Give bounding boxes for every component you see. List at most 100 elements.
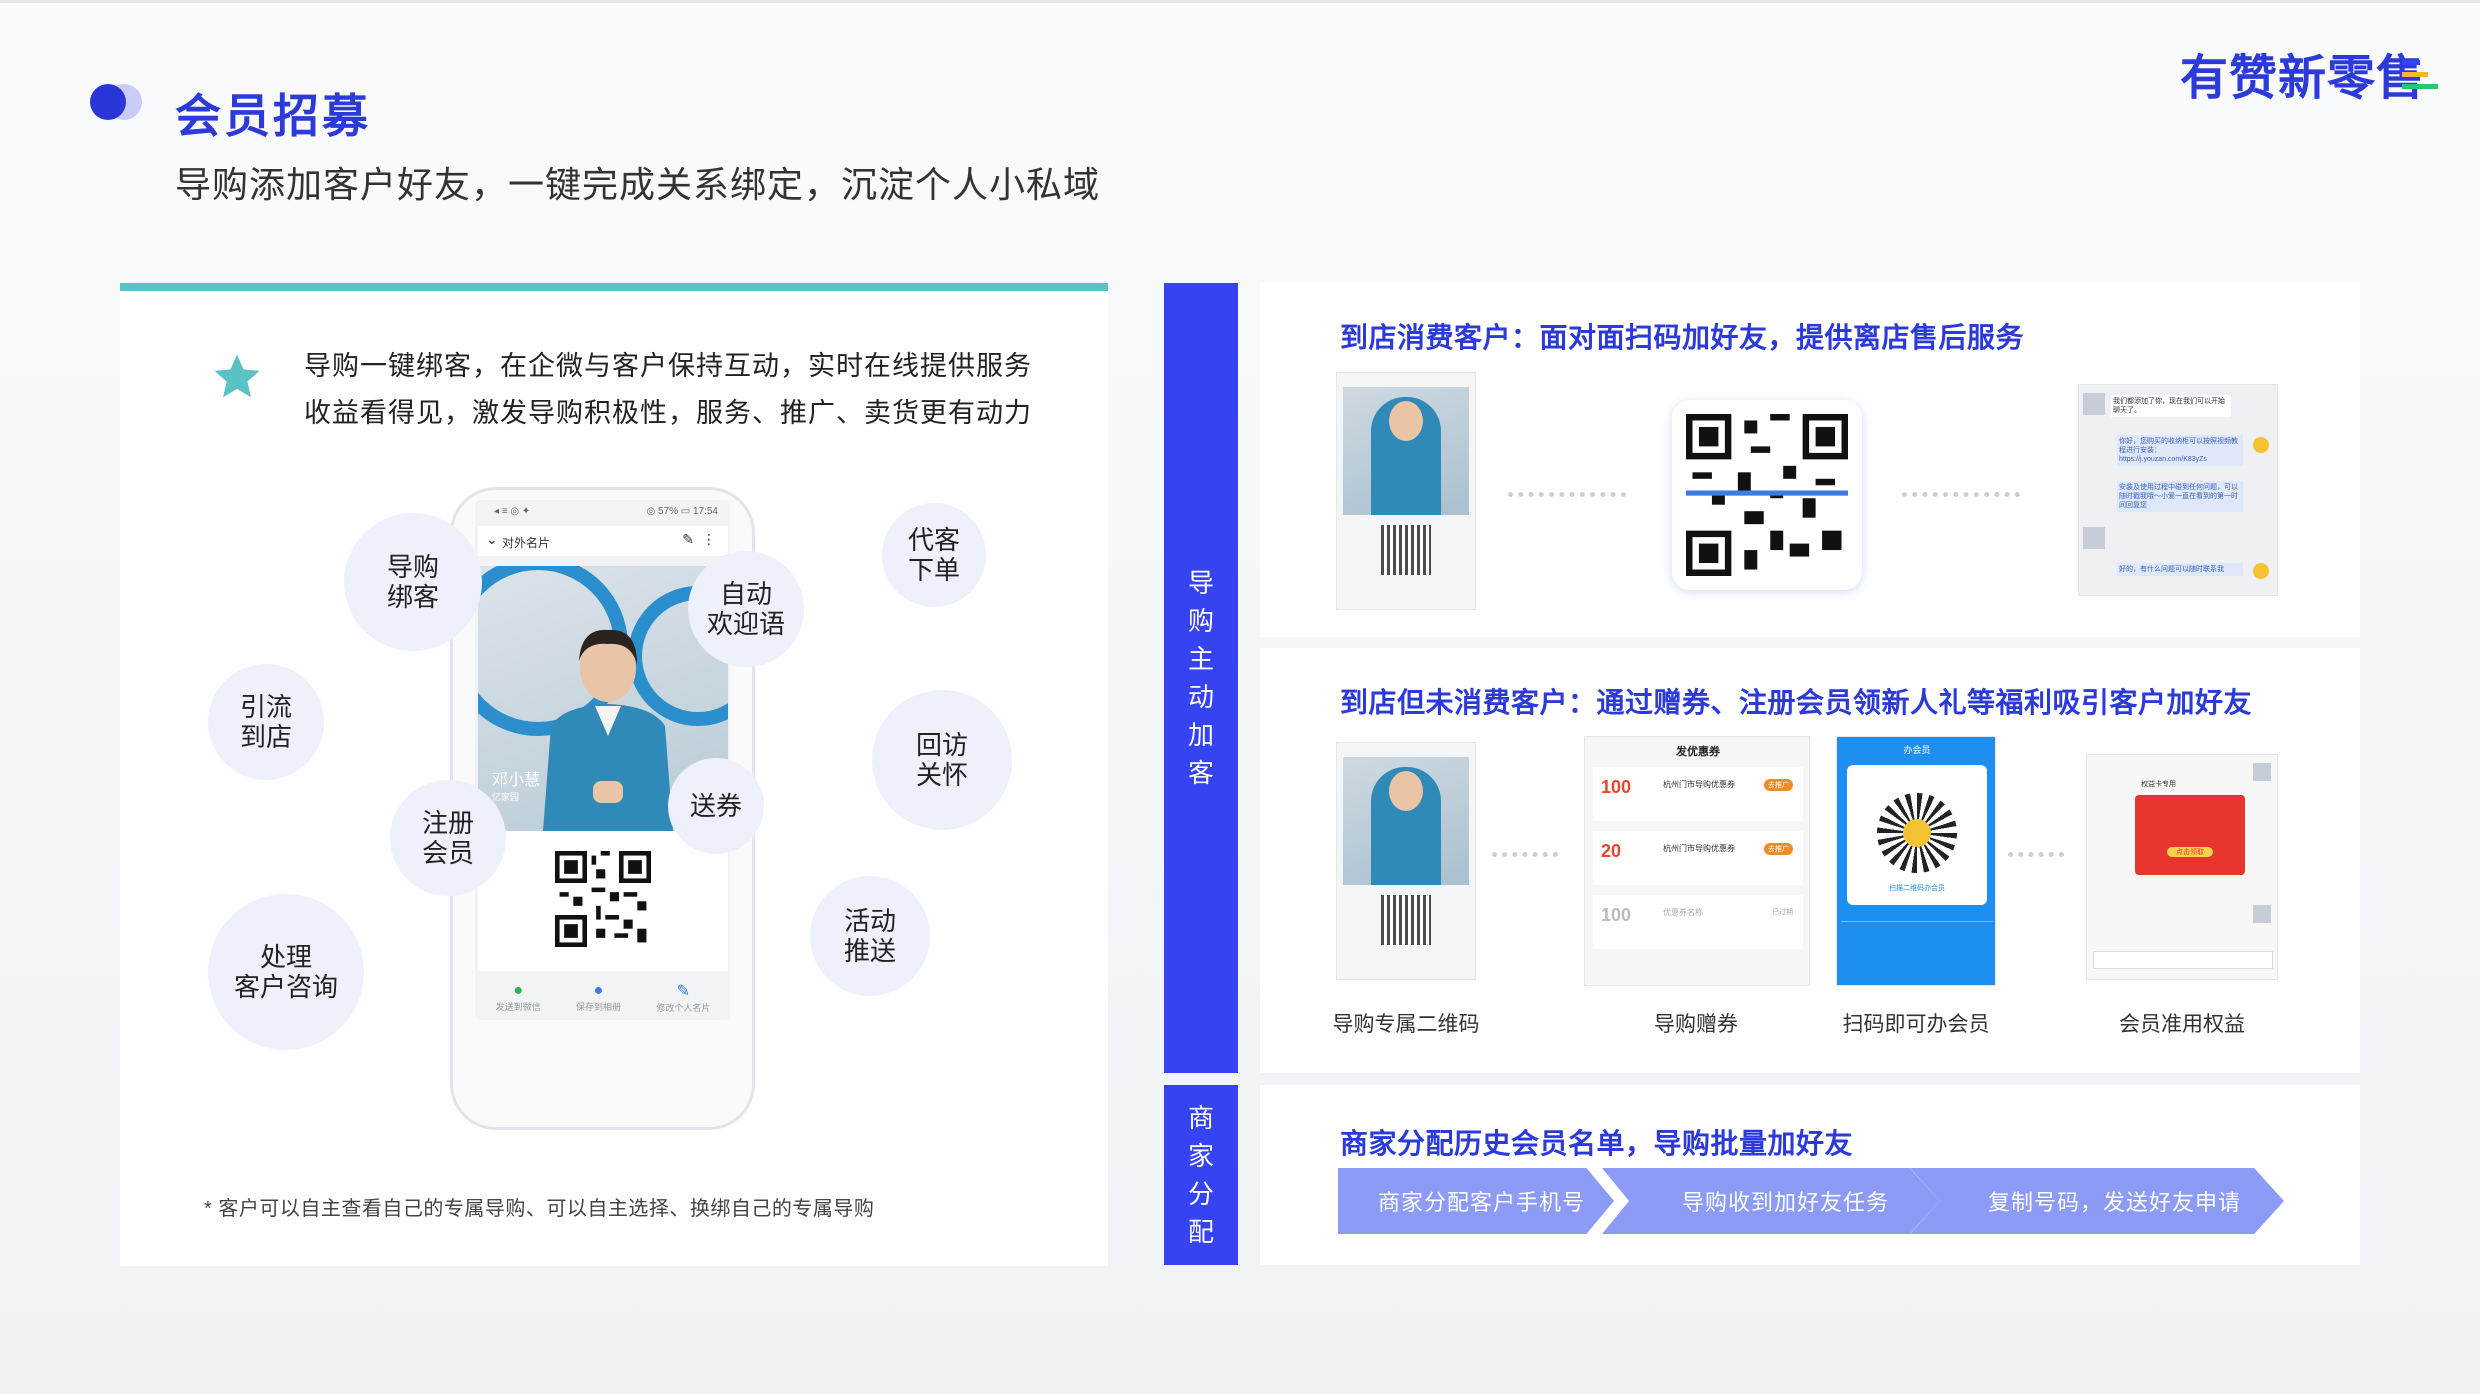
phone-tab-label: 发送到微信 [495,1001,541,1012]
thumb-qr [1381,895,1431,945]
member-screenshot: 办会员 扫描二维码办会员 [1836,736,1996,986]
benefit-button[interactable]: 点击领取 [2167,847,2213,857]
thumb-qr [1381,525,1431,575]
coupon-tag[interactable]: 去推广 [1764,843,1793,855]
more-icon[interactable]: ⋮ [702,531,716,548]
coupon-card: 20 杭州门市导购优惠券 去推广 [1593,831,1803,885]
side-char: 配 [1187,1217,1214,1247]
bubble-label: 引流 到店 [239,692,292,752]
caption-scan-member: 扫码即可办会员 [1842,1013,1990,1036]
bubble-label: 处理 客户咨询 [233,942,338,1002]
qr-code-icon[interactable] [1686,414,1848,576]
phone-action-bar: ● 发送到微信 ● 保存到相册 ✎ 修改个人名片 [478,975,728,1019]
side-char: 商 [1187,1103,1214,1133]
star-icon [214,354,260,398]
chat-bubble: 你好，您购买的收纳柜可以按照视频教程进行安装：https://j.youzan.… [2117,435,2243,466]
side-char: 加 [1187,720,1214,750]
member-list [1841,921,1993,977]
description-line-2: 收益看得见，激发导购积极性，服务、推广、卖货更有动力 [304,398,1032,428]
side-char: 购 [1187,606,1214,636]
emoji-icon [2253,437,2269,453]
coupon-name: 优惠券名称 [1663,908,1703,917]
description-line-1: 导购一键绑客，在企微与客户保持互动，实时在线提供服务 [304,351,1032,381]
bubble-label: 回访 关怀 [915,730,968,790]
chat-bubble: 好的，有什么问题可以随时联系我 [2117,563,2243,576]
guide-figure-icon [543,629,673,831]
qr-scan-frame [1672,400,1862,590]
benefit-card: 权益卡专用 点击领取 [2135,781,2245,875]
top-divider [0,0,2480,3]
bubble-register-member: 注册 会员 [390,780,506,896]
flow-step-label: 导购收到加好友任务 [1682,1190,1890,1215]
bubble-label: 代客 下单 [907,525,960,585]
flow-step-2: 导购收到加好友任务 [1602,1168,1940,1234]
chat-bubble: 安装及使用过程中碰到任何问题，可以随时戳我哦～小爱一直在看到的第一时间回复您 [2117,481,2243,512]
phone-tab-wechat[interactable]: ● 发送到微信 [496,982,541,1013]
brand-logo: 有赞新零售 [2180,52,2426,105]
coupon-amount: 20 [1601,841,1622,861]
side-char: 客 [1187,758,1214,788]
guide-name: 邓小慧 [492,772,541,789]
left-panel-accent-bar [120,283,1108,291]
thumb-photo [1343,387,1469,515]
caption-guide-coupon: 导购赠券 [1654,1013,1738,1036]
benefit-screenshot: 权益卡专用 点击领取 [2086,754,2278,980]
guide-store: 亿家园 [492,792,520,802]
coupon-tag[interactable]: 去推广 [1764,779,1793,791]
section2-title: 到店但未消费客户：通过赠券、注册会员领新人礼等福利吸引客户加好友 [1340,687,2253,718]
bubble-order-for-customer: 代客 下单 [882,503,986,607]
guide-card-thumbnail [1336,372,1476,610]
chat-screenshot: 我们都添加了你，现在我们可以开始聊天了。 你好，您购买的收纳柜可以按照视频教程进… [2078,384,2278,596]
chevron-down-icon[interactable]: ⌄ [486,531,498,548]
caption-member-benefits: 会员准用权益 [2119,1013,2245,1036]
bubble-drive-to-store: 引流 到店 [208,664,324,780]
title-dot-dark [90,84,126,120]
bubble-return-visit: 回访 关怀 [872,690,1012,830]
coupon-amount: 100 [1601,777,1632,797]
coupon-amount: 100 [1601,905,1632,925]
emoji-icon [2253,563,2269,579]
avatar [2253,763,2271,781]
coupon-name: 杭州门市导购优惠券 [1663,780,1735,789]
bubble-label: 自动 欢迎语 [706,579,785,639]
bubble-handle-inquiry: 处理 客户咨询 [208,894,364,1050]
coupon-header: 发优惠券 [1676,746,1720,758]
section1-title: 到店消费客户：面对面扫码加好友，提供离店售后服务 [1340,322,2025,353]
qr-code-icon[interactable] [555,851,651,947]
thumb-photo [1343,757,1469,885]
connector-dotted [1508,492,1626,497]
coupon-tag: 已过期 [1772,909,1793,916]
pen-icon: ✎ [676,982,691,1000]
bubble-label: 注册 会员 [421,808,474,868]
chat-input-bar[interactable] [2093,951,2273,969]
avatar [2083,393,2105,415]
bubble-guide-bind: 导购 绑客 [344,513,482,651]
status-left: ◂ ≡ ◎ ✦ [494,506,531,517]
phone-tab-edit[interactable]: ✎ 修改个人名片 [656,981,710,1014]
bubble-label: 导购 绑客 [386,552,439,612]
download-icon: ● [593,981,604,999]
avatar [1903,819,1931,847]
bubble-label: 送券 [689,791,742,821]
phone-tab-save[interactable]: ● 保存到相册 [576,982,621,1013]
phone-tab-label: 保存到相册 [575,1001,621,1012]
page-title: 会员招募 [175,90,371,142]
phone-header: ⌄ 对外名片 ✎ ⋮ [478,526,728,556]
side-char: 导 [1187,568,1214,598]
side-char: 主 [1187,644,1214,674]
caption-guide-qr: 导购专属二维码 [1332,1013,1480,1036]
section3-title: 商家分配历史会员名单，导购批量加好友 [1340,1128,1854,1159]
benefit-title: 权益卡专用 [2141,781,2176,788]
coupon-card: 100 优惠券名称 已过期 [1593,895,1803,949]
edit-icon[interactable]: ✎ [682,531,694,548]
guide-qr-screenshot [1336,742,1476,980]
coupon-name: 杭州门市导购优惠券 [1663,844,1735,853]
side-label-guide-add: 导 购 主 动 加 客 [1164,283,1238,1073]
side-char: 动 [1187,682,1214,712]
side-char: 分 [1187,1179,1214,1209]
chat-bubble: 我们都添加了你，现在我们可以开始聊天了。 [2111,395,2231,417]
flow-step-1: 商家分配客户手机号 [1338,1168,1614,1234]
flow-step-label: 复制号码，发送好友申请 [1988,1190,2242,1215]
bubble-send-coupon: 送券 [668,758,764,854]
side-char: 家 [1187,1141,1214,1171]
